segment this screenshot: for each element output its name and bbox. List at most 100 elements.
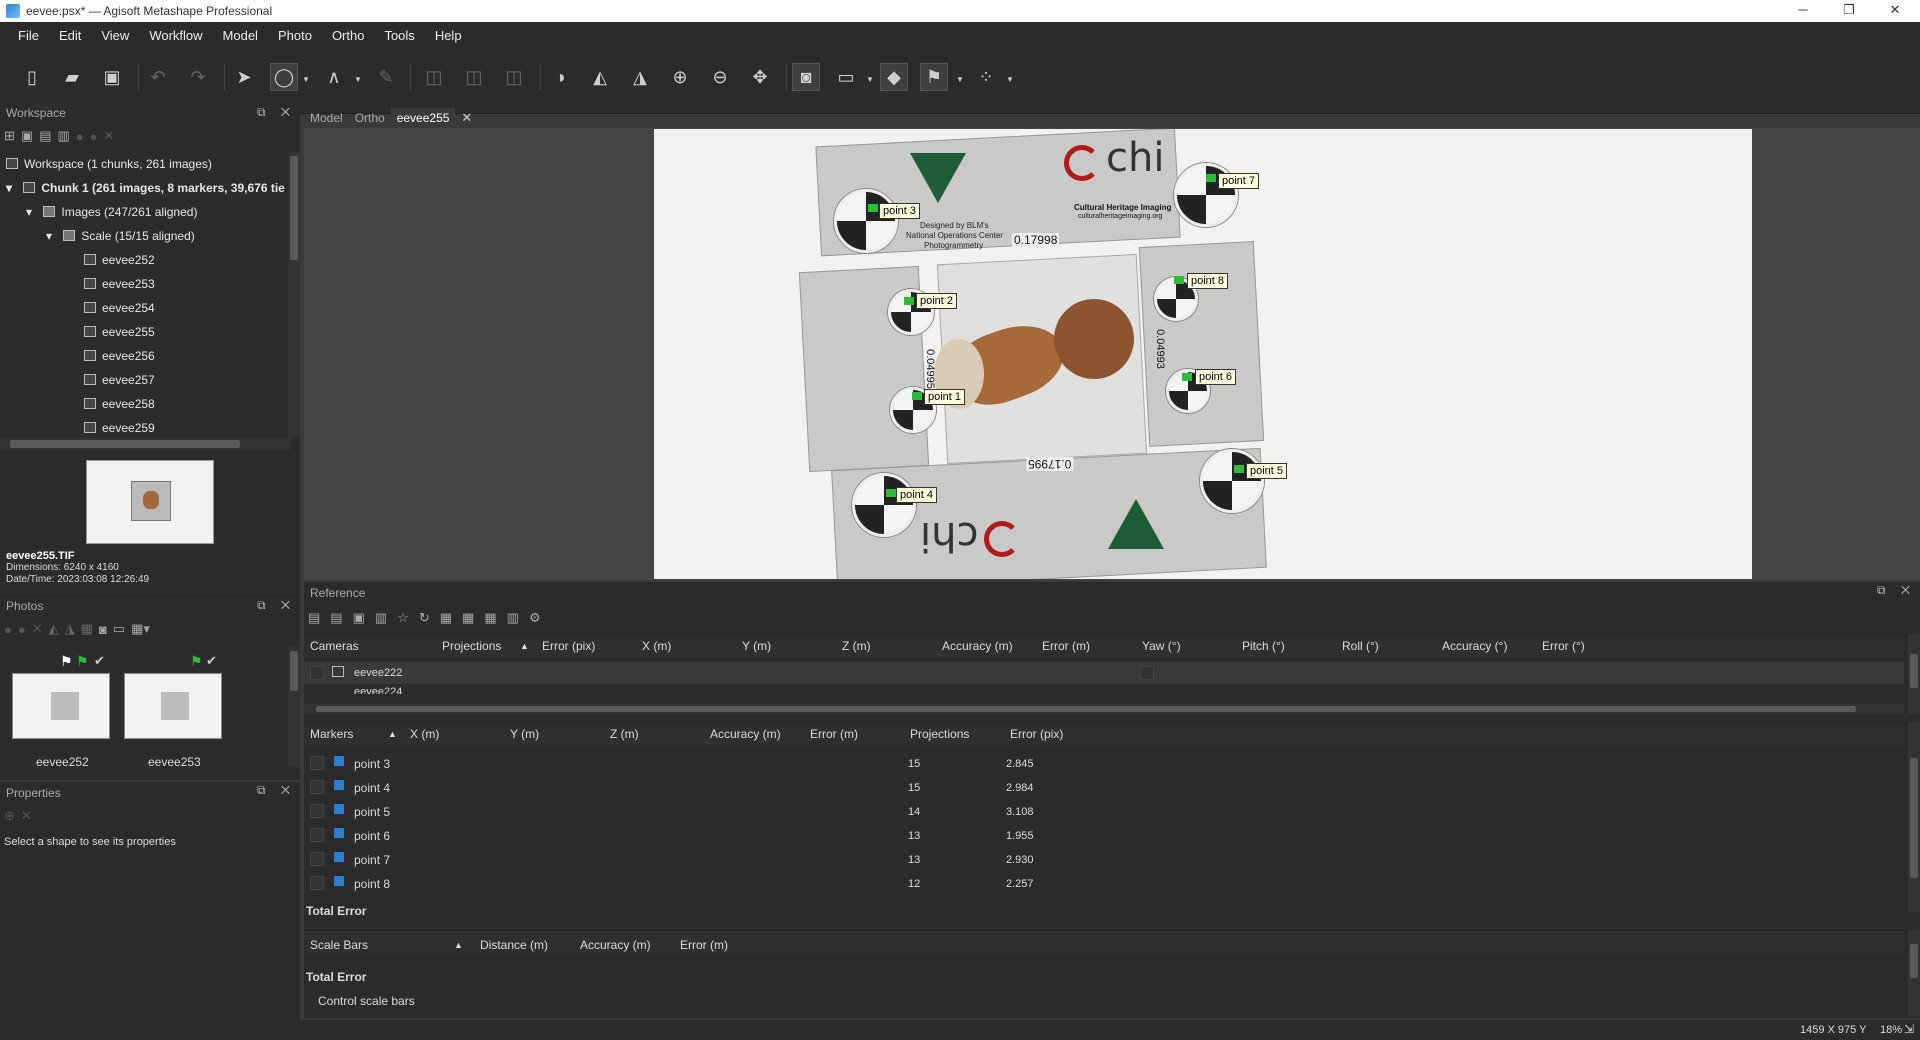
photo-thumbnail[interactable] (124, 673, 222, 739)
tree-chunk[interactable]: ▾ Chunk 1 (261 images, 8 markers, 39,676… (6, 178, 285, 198)
marker-label[interactable]: point 2 (916, 293, 958, 309)
disable-icon[interactable]: ● (90, 129, 98, 144)
chevron-down-icon[interactable]: ▼ (866, 75, 874, 84)
tab-eevee255[interactable]: eevee255 (390, 108, 456, 128)
menu-edit[interactable]: Edit (49, 28, 91, 43)
col-z[interactable]: Z (m) (610, 722, 639, 746)
photo-image[interactable]: chi chi Cultural Heritage Imaging cultur… (654, 129, 1752, 579)
col-pitch[interactable]: Pitch (°) (1242, 634, 1285, 658)
marker-target[interactable] (852, 473, 916, 537)
table-row[interactable]: point 8 12 2.257 (304, 872, 1904, 896)
marker-label[interactable]: point 7 (1218, 173, 1260, 189)
row-checkbox[interactable] (310, 666, 324, 680)
tree-image-item[interactable]: eevee257 (84, 370, 155, 390)
menu-workflow[interactable]: Workflow (139, 28, 212, 43)
minimize-button[interactable]: ─ (1780, 0, 1826, 22)
photo-thumbnail[interactable] (12, 673, 110, 739)
menu-view[interactable]: View (91, 28, 139, 43)
col-yaw[interactable]: Yaw (°) (1142, 634, 1181, 658)
show-markers-icon[interactable]: ⚑ (920, 63, 948, 91)
enable-icon[interactable]: ● (4, 622, 12, 637)
lasso-selection-icon[interactable]: ◯ (270, 63, 298, 91)
table-row[interactable]: point 6 13 1.955 (304, 824, 1904, 848)
tree-workspace-root[interactable]: Workspace (1 chunks, 261 images) (6, 154, 212, 174)
col-x[interactable]: X (m) (410, 722, 439, 746)
marker-label[interactable]: point 6 (1195, 369, 1237, 385)
close-window-button[interactable]: ✕ (1872, 0, 1918, 22)
mask-icon[interactable]: ◙ (99, 622, 107, 637)
tree-image-item[interactable]: eevee256 (84, 346, 155, 366)
view-source-icon[interactable]: ▦ (440, 610, 452, 626)
update-icon[interactable]: ↻ (419, 610, 430, 626)
tree-images-folder[interactable]: ▾ Images (247/261 aligned) (26, 202, 197, 222)
view-mode-icon[interactable]: ▦▾ (131, 621, 150, 637)
view-errors-icon[interactable]: ▦ (484, 610, 496, 626)
col-z[interactable]: Z (m) (842, 634, 871, 658)
photo-viewport[interactable]: chi chi Cultural Heritage Imaging cultur… (304, 128, 1920, 580)
add-chunk-icon[interactable]: ⊞ (4, 128, 15, 144)
tab-model[interactable]: Model (304, 108, 349, 128)
col-error-deg[interactable]: Error (°) (1542, 634, 1585, 658)
chevron-down-icon[interactable]: ▼ (354, 75, 362, 84)
remove-icon[interactable]: ✕ (104, 128, 115, 144)
table-row[interactable]: point 4 15 2.984 (304, 776, 1904, 800)
import-icon[interactable]: ▤ (308, 610, 320, 626)
marker-label[interactable]: point 8 (1187, 273, 1229, 289)
workspace-scrollbar[interactable] (288, 152, 300, 437)
col-error-m[interactable]: Error (m) (1042, 634, 1090, 658)
save-reference-icon[interactable]: ▣ (353, 610, 365, 626)
tree-image-item[interactable]: eevee252 (84, 250, 155, 270)
redo-icon[interactable]: ↷ (184, 63, 212, 91)
chevron-down-icon[interactable]: ▼ (1006, 75, 1014, 84)
resize-grip-icon[interactable]: ⇲ (1904, 1022, 1914, 1036)
marker-label[interactable]: point 5 (1246, 463, 1288, 479)
table-row[interactable]: point 7 13 2.930 (304, 848, 1904, 872)
disable-icon[interactable]: ● (18, 622, 26, 637)
chevron-down-icon[interactable]: ▼ (302, 75, 310, 84)
brightness-contrast-icon[interactable]: ◑ (546, 63, 574, 91)
scalebars-vscrollbar[interactable] (1908, 930, 1920, 1016)
marker-label[interactable]: point 3 (879, 203, 921, 219)
table-row[interactable]: point 3 15 2.845 (304, 752, 1904, 776)
table-row[interactable]: eevee222 (304, 662, 1904, 684)
navigation-cursor-icon[interactable]: ➤ (230, 63, 258, 91)
cameras-vscrollbar[interactable] (1908, 634, 1920, 714)
menu-photo[interactable]: Photo (268, 28, 322, 43)
cameras-hscrollbar[interactable] (304, 704, 1904, 714)
photos-scrollbar[interactable] (288, 647, 300, 767)
marker-label[interactable]: point 1 (924, 389, 966, 405)
col-error-m[interactable]: Error (m) (810, 722, 858, 746)
zoom-out-icon[interactable]: ⊖ (706, 63, 734, 91)
open-folder-icon[interactable]: ▰ (58, 63, 86, 91)
remove-icon[interactable]: ✕ (21, 808, 32, 824)
new-document-icon[interactable]: ▯ (18, 63, 46, 91)
scrollbar-thumb[interactable] (290, 156, 298, 260)
ruler-icon[interactable]: ✎ (372, 63, 400, 91)
marker-label[interactable]: point 4 (896, 487, 938, 503)
col-error-pix[interactable]: Error (pix) (542, 634, 595, 658)
col-accuracy-m[interactable]: Accuracy (m) (710, 722, 781, 746)
close-tab-icon[interactable]: ✕ (455, 108, 478, 128)
rotate-left-icon[interactable]: ◭ (586, 63, 614, 91)
panel-controls[interactable]: ⧉ ✕ (257, 783, 296, 798)
reset-view-icon[interactable]: ✥ (746, 63, 774, 91)
delete-selection-icon[interactable]: ◫ (500, 63, 528, 91)
panel-controls[interactable]: ⧉ ✕ (257, 105, 296, 120)
save-icon[interactable]: ▣ (98, 63, 126, 91)
show-masks-icon[interactable]: ◙ (792, 63, 820, 91)
control-scale-bars-item[interactable]: Control scale bars (318, 994, 415, 1008)
menu-file[interactable]: File (8, 28, 49, 43)
panel-controls[interactable]: ⧉ ✕ (257, 598, 296, 613)
tree-image-item[interactable]: eevee259 (84, 418, 155, 438)
row-checkbox[interactable] (310, 828, 324, 842)
col-accuracy-deg[interactable]: Accuracy (°) (1442, 634, 1507, 658)
rotate-left-icon[interactable]: ◭ (49, 621, 59, 637)
col-x[interactable]: X (m) (642, 634, 671, 658)
remove-icon[interactable]: ✕ (32, 621, 43, 637)
restore-button[interactable]: ❐ (1826, 0, 1872, 22)
tree-image-item[interactable]: eevee253 (84, 274, 155, 294)
show-points-icon[interactable]: ⁘ (972, 63, 1000, 91)
draw-polyline-icon[interactable]: ∧ (320, 63, 348, 91)
col-projections[interactable]: Projections (442, 634, 501, 658)
rotate-right-icon[interactable]: ◮ (65, 621, 75, 637)
